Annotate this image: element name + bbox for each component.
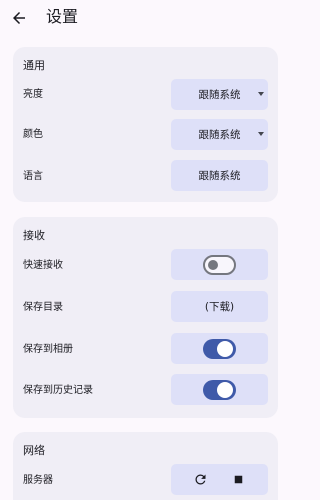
save-dir-label: 保存目录: [23, 302, 63, 313]
network-section: 网络 服务器: [13, 432, 278, 500]
save-to-album-label: 保存到相册: [23, 344, 73, 355]
color-dropdown[interactable]: 跟随系统: [171, 119, 268, 150]
save-to-history-toggle[interactable]: [203, 379, 236, 400]
page-title: 设置: [46, 7, 79, 26]
restart-server-button[interactable]: [188, 468, 212, 492]
receive-section: 接收 快速接收 保存目录 (下载) 保存到相册 保存到历史记录: [13, 217, 278, 418]
brightness-dropdown[interactable]: 跟随系统: [171, 79, 268, 110]
save-dir-value: (下载): [204, 301, 235, 313]
brightness-label: 亮度: [23, 89, 43, 100]
general-section: 通用 亮度 跟随系统 颜色 跟随系统 语言 跟随系统: [13, 47, 278, 202]
quick-receive-label: 快速接收: [23, 260, 63, 271]
server-controls: [171, 464, 268, 495]
save-to-album-toggle-container[interactable]: [171, 333, 268, 364]
dropdown-arrow-icon: [258, 92, 264, 96]
save-dir-button[interactable]: (下载): [171, 291, 268, 322]
stop-icon: [235, 475, 243, 484]
save-to-history-toggle-container[interactable]: [171, 374, 268, 405]
section-title-network: 网络: [23, 444, 45, 457]
back-button[interactable]: [6, 5, 32, 31]
color-value: 跟随系统: [198, 129, 241, 141]
section-title-general: 通用: [23, 59, 45, 72]
stop-server-button[interactable]: [227, 468, 251, 492]
section-title-receive: 接收: [23, 229, 45, 242]
app-bar: 设置: [0, 0, 291, 36]
server-label: 服务器: [23, 475, 53, 486]
language-label: 语言: [23, 171, 43, 182]
language-button[interactable]: 跟随系统: [171, 160, 268, 191]
language-value: 跟随系统: [198, 170, 241, 182]
color-label: 颜色: [23, 129, 43, 140]
toggle-knob: [217, 381, 233, 398]
save-to-album-toggle[interactable]: [203, 338, 236, 359]
quick-receive-toggle[interactable]: [203, 254, 236, 275]
refresh-icon: [195, 474, 206, 485]
dropdown-arrow-icon: [258, 132, 264, 136]
save-to-history-label: 保存到历史记录: [23, 385, 93, 396]
toggle-knob: [208, 259, 218, 270]
toggle-knob: [217, 340, 233, 357]
brightness-value: 跟随系统: [198, 89, 241, 101]
quick-receive-toggle-container[interactable]: [171, 249, 268, 280]
arrow-back-icon: [13, 12, 25, 24]
